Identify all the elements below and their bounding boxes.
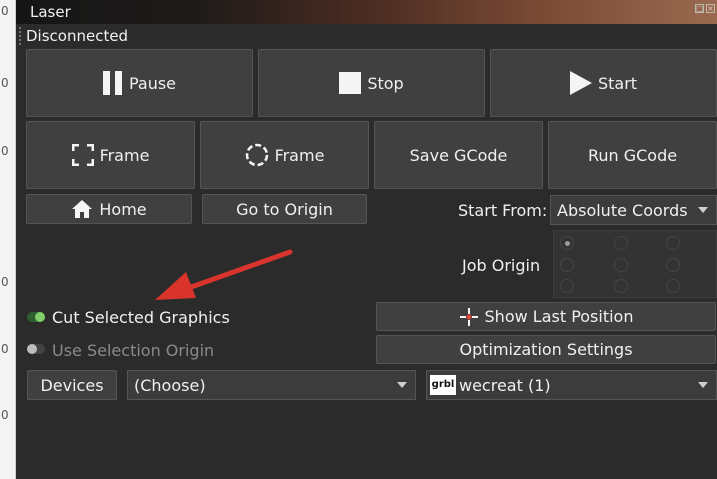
use-selection-origin-toggle[interactable]	[27, 344, 45, 354]
save-gcode-button[interactable]: Save GCode	[374, 121, 543, 189]
port-value: (Choose)	[134, 375, 206, 395]
origin-bottom-left-radio[interactable]	[560, 279, 574, 293]
pause-icon	[102, 71, 123, 95]
start-button[interactable]: Start	[490, 49, 717, 117]
grbl-logo-icon: grbl	[430, 375, 456, 395]
chevron-down-icon	[698, 207, 708, 213]
ruler-tick: 0	[1, 76, 9, 90]
home-button[interactable]: Home	[26, 194, 192, 224]
origin-middle-right-radio[interactable]	[666, 258, 680, 272]
ruler-tick: 0	[1, 4, 9, 18]
cut-selected-toggle[interactable]	[27, 312, 45, 322]
origin-middle-left-radio[interactable]	[560, 258, 574, 272]
pause-button[interactable]: Pause	[26, 49, 253, 117]
device-value: wecreat (1)	[459, 375, 551, 395]
play-icon	[569, 71, 592, 95]
optimization-settings-button[interactable]: Optimization Settings	[376, 335, 716, 364]
show-last-position-label: Show Last Position	[484, 307, 634, 326]
start-label: Start	[597, 73, 638, 93]
chevron-down-icon	[397, 382, 407, 388]
ruler-tick: 0	[1, 144, 9, 158]
port-select[interactable]: (Choose)	[127, 370, 416, 400]
start-from-select[interactable]: Absolute Coords	[550, 195, 717, 225]
frame-rect-button[interactable]: Frame	[26, 121, 195, 189]
origin-top-left-radio[interactable]	[560, 236, 574, 250]
home-icon	[71, 199, 93, 219]
connection-status: Disconnected	[26, 27, 129, 45]
stop-icon	[339, 72, 362, 94]
run-gcode-button[interactable]: Run GCode	[548, 121, 717, 189]
devices-button[interactable]: Devices	[27, 370, 117, 400]
frame-circle-label: Frame	[274, 145, 325, 165]
window-title: Laser	[30, 3, 71, 21]
window-titlebar[interactable]: Laser ▢ ×	[16, 0, 717, 24]
origin-bottom-right-radio[interactable]	[666, 279, 680, 293]
home-label: Home	[99, 199, 147, 219]
left-ruler: 0 0 0 0 0 0	[0, 0, 16, 479]
origin-top-center-radio[interactable]	[614, 236, 628, 250]
panel-grip[interactable]	[19, 27, 21, 45]
window-controls: ▢ ×	[695, 4, 715, 13]
origin-top-right-radio[interactable]	[666, 236, 680, 250]
close-window-icon[interactable]: ×	[706, 4, 715, 13]
go-to-origin-button[interactable]: Go to Origin	[202, 194, 367, 224]
ruler-tick: 0	[1, 342, 9, 356]
frame-rect-label: Frame	[99, 145, 150, 165]
origin-bottom-center-radio[interactable]	[614, 279, 628, 293]
chevron-down-icon	[698, 382, 708, 388]
ruler-tick: 0	[1, 408, 9, 422]
frame-rectangle-icon	[71, 144, 94, 166]
origin-center-radio[interactable]	[614, 258, 628, 272]
use-selection-origin-label: Use Selection Origin	[52, 341, 215, 360]
device-select[interactable]: grbl wecreat (1)	[426, 370, 717, 400]
job-origin-grid	[553, 230, 717, 298]
crosshair-icon	[459, 307, 479, 327]
job-origin-label: Job Origin	[462, 256, 541, 275]
frame-circle-icon	[245, 143, 269, 167]
cut-selected-label: Cut Selected Graphics	[52, 308, 230, 327]
stop-label: Stop	[367, 73, 404, 93]
frame-circle-button[interactable]: Frame	[200, 121, 369, 189]
ruler-tick: 0	[1, 275, 9, 289]
stop-button[interactable]: Stop	[258, 49, 485, 117]
float-window-icon[interactable]: ▢	[695, 4, 704, 13]
start-from-label: Start From:	[458, 201, 548, 220]
start-from-value: Absolute Coords	[557, 200, 688, 220]
pause-label: Pause	[128, 73, 177, 93]
show-last-position-button[interactable]: Show Last Position	[376, 302, 716, 331]
